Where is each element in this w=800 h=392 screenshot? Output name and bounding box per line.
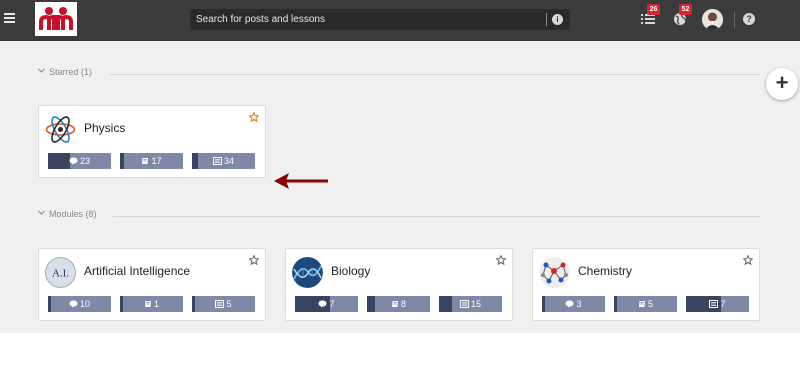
star-icon[interactable] xyxy=(496,255,506,265)
section-divider xyxy=(113,216,760,217)
stat-progress-fill xyxy=(614,296,617,312)
module-stats: 23 17 34 xyxy=(48,153,256,169)
add-button[interactable]: + xyxy=(766,68,798,100)
lessons-stat[interactable]: 5 xyxy=(614,296,677,312)
stat-progress-fill xyxy=(542,296,545,312)
stat-progress-fill xyxy=(48,153,71,169)
notification-count-badge: 52 xyxy=(679,4,692,15)
module-title[interactable]: Chemistry xyxy=(578,264,632,278)
book-icon xyxy=(144,301,151,307)
section-divider xyxy=(110,74,760,75)
stat-progress-fill xyxy=(439,296,452,312)
module-stats: 10 1 5 xyxy=(48,296,256,312)
atom-icon xyxy=(45,114,76,145)
help-icon[interactable]: ? xyxy=(743,13,755,25)
comment-icon xyxy=(69,300,78,308)
topbar-divider xyxy=(734,12,735,28)
comment-icon xyxy=(318,300,327,308)
activity-list-icon[interactable]: 26 xyxy=(641,4,660,26)
module-card-biology[interactable]: Biology 7 8 15 xyxy=(285,248,513,321)
main-content: + Starred (1) Physics 23 17 34 Modules (… xyxy=(0,41,800,333)
stat-progress-fill xyxy=(48,296,51,312)
module-card-physics[interactable]: Physics 23 17 34 xyxy=(38,105,266,178)
dna-icon xyxy=(292,257,323,288)
module-title[interactable]: Biology xyxy=(331,264,370,278)
lessons-stat[interactable]: 1 xyxy=(120,296,183,312)
menu-icon[interactable] xyxy=(4,13,15,23)
resources-stat[interactable]: 34 xyxy=(192,153,255,169)
svg-text:A.I.: A.I. xyxy=(52,268,69,280)
discussions-stat[interactable]: 10 xyxy=(48,296,111,312)
ai-icon: A.I. xyxy=(45,257,76,288)
stat-progress-fill xyxy=(367,296,375,312)
book-icon xyxy=(638,301,645,307)
resources-stat[interactable]: 5 xyxy=(192,296,255,312)
book-icon xyxy=(142,158,149,164)
module-title[interactable]: Artificial Intelligence xyxy=(84,264,190,278)
stat-progress-fill xyxy=(120,153,124,169)
comment-icon xyxy=(69,157,78,165)
search-bar: i xyxy=(190,9,570,30)
lessons-stat[interactable]: 8 xyxy=(367,296,430,312)
discussions-stat[interactable]: 23 xyxy=(48,153,111,169)
annotation-arrow-icon xyxy=(274,173,328,189)
section-label[interactable]: Starred (1) xyxy=(38,67,92,77)
section-label[interactable]: Modules (8) xyxy=(38,209,97,219)
chevron-down-icon xyxy=(38,68,45,73)
star-icon[interactable] xyxy=(743,255,753,265)
activity-count-badge: 26 xyxy=(647,4,660,15)
stat-progress-fill xyxy=(192,153,199,169)
section-header-modules[interactable]: Modules (8) xyxy=(38,209,760,223)
user-avatar[interactable] xyxy=(702,9,723,30)
resources-stat[interactable]: 15 xyxy=(439,296,502,312)
top-navigation-bar: i 26 52 ? xyxy=(0,0,800,41)
resources-stat[interactable]: 7 xyxy=(686,296,749,312)
molecule-icon xyxy=(539,257,570,288)
stat-progress-fill xyxy=(120,296,123,312)
search-input[interactable] xyxy=(196,12,536,27)
section-label-text: Starred (1) xyxy=(49,67,93,77)
list-icon xyxy=(215,300,225,308)
list-icon xyxy=(212,157,222,165)
lessons-stat[interactable]: 17 xyxy=(120,153,183,169)
stat-progress-fill xyxy=(192,296,195,312)
app-logo[interactable] xyxy=(35,2,77,36)
module-stats: 3 5 7 xyxy=(542,296,750,312)
book-icon xyxy=(391,301,398,307)
list-icon xyxy=(459,300,469,308)
discussions-stat[interactable]: 3 xyxy=(542,296,605,312)
star-icon[interactable] xyxy=(249,112,259,122)
section-header-starred[interactable]: Starred (1) xyxy=(38,67,760,81)
section-label-text: Modules (8) xyxy=(49,209,97,219)
star-icon[interactable] xyxy=(249,255,259,265)
module-title[interactable]: Physics xyxy=(84,121,125,135)
search-divider xyxy=(546,13,547,26)
module-card-chemistry[interactable]: Chemistry 3 5 7 xyxy=(532,248,760,321)
module-stats: 7 8 15 xyxy=(295,296,503,312)
comment-icon xyxy=(565,300,574,308)
globe-icon[interactable]: 52 xyxy=(673,4,692,26)
discussions-stat[interactable]: 7 xyxy=(295,296,358,312)
chevron-down-icon xyxy=(38,210,45,215)
list-icon xyxy=(709,300,719,308)
info-icon[interactable]: i xyxy=(552,14,563,25)
module-card-artificial-intelligence[interactable]: A.I. Artificial Intelligence 10 1 5 xyxy=(38,248,266,321)
